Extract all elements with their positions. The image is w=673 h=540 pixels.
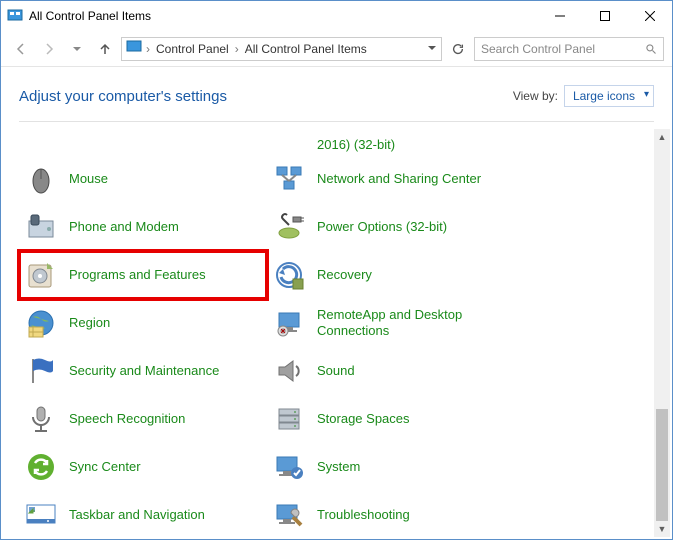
window-titlebar: All Control Panel Items <box>1 1 672 31</box>
breadcrumb-current[interactable]: All Control Panel Items <box>243 42 369 56</box>
search-icon <box>645 43 657 55</box>
cp-item-label: Taskbar and Navigation <box>59 507 205 523</box>
page-title: Adjust your computer's settings <box>19 88 513 105</box>
cp-item-mouse[interactable]: Mouse <box>19 155 267 203</box>
region-icon <box>23 305 59 341</box>
chevron-right-icon[interactable]: › <box>235 42 239 56</box>
cp-item-programs[interactable]: Programs and Features <box>19 251 267 299</box>
cp-item-label: Phone and Modem <box>59 219 179 235</box>
search-placeholder: Search Control Panel <box>481 42 645 56</box>
cp-item-label: Troubleshooting <box>307 507 410 523</box>
refresh-button[interactable] <box>446 37 470 61</box>
cp-item-phone-modem[interactable]: Phone and Modem <box>19 203 267 251</box>
storage-icon <box>271 401 307 437</box>
phone-modem-icon <box>23 209 59 245</box>
cp-item-label: Sync Center <box>59 459 141 475</box>
cp-item-remoteapp[interactable]: RemoteApp and Desktop Connections <box>267 299 515 347</box>
remoteapp-icon <box>271 305 307 341</box>
cp-item-label: Programs and Features <box>59 267 206 283</box>
sync-icon <box>23 449 59 485</box>
scroll-thumb[interactable] <box>656 409 668 521</box>
cp-item-label: Power Options (32-bit) <box>307 219 447 235</box>
cp-item-power[interactable]: Power Options (32-bit) <box>267 203 515 251</box>
cp-item-sound[interactable]: Sound <box>267 347 515 395</box>
flag-icon <box>23 353 59 389</box>
cp-item-label: Network and Sharing Center <box>307 171 481 187</box>
system-icon <box>271 449 307 485</box>
cp-item-troubleshoot[interactable]: Troubleshooting <box>267 491 515 539</box>
cp-item-unknown[interactable]: 2016) (32-bit) <box>267 133 515 155</box>
programs-icon <box>23 257 59 293</box>
content-header: Adjust your computer's settings View by:… <box>1 67 672 121</box>
minimize-button[interactable] <box>537 1 582 31</box>
viewby-select[interactable]: Large icons <box>564 85 654 107</box>
cp-item-label: Storage Spaces <box>307 411 410 427</box>
sound-icon <box>271 353 307 389</box>
breadcrumb-root[interactable]: Control Panel <box>154 42 231 56</box>
scroll-down-button[interactable]: ▼ <box>654 521 670 537</box>
generic-icon <box>23 135 59 153</box>
navigation-bar: › Control Panel › All Control Panel Item… <box>1 31 672 67</box>
cp-item-system[interactable]: System <box>267 443 515 491</box>
scroll-up-button[interactable]: ▲ <box>654 129 670 145</box>
mic-icon <box>23 401 59 437</box>
cp-item-label: Mouse <box>59 171 108 187</box>
up-button[interactable] <box>93 37 117 61</box>
cp-item-recovery[interactable]: Recovery <box>267 251 515 299</box>
viewby-label: View by: <box>513 89 558 103</box>
control-panel-grid: 2016) (32-bit) Mouse Network and Sharing C… <box>1 133 515 539</box>
search-input[interactable]: Search Control Panel <box>474 37 664 61</box>
control-panel-icon <box>7 8 23 24</box>
cp-item-network[interactable]: Network and Sharing Center <box>267 155 515 203</box>
network-icon <box>271 161 307 197</box>
cp-item-label: Security and Maintenance <box>59 363 219 379</box>
cp-item-region[interactable]: Region <box>19 299 267 347</box>
cp-item-sync[interactable]: Sync Center <box>19 443 267 491</box>
divider <box>19 121 654 122</box>
cp-item-label: Region <box>59 315 110 331</box>
control-panel-icon-small <box>126 39 142 58</box>
forward-button[interactable] <box>37 37 61 61</box>
close-button[interactable] <box>627 1 672 31</box>
cp-item-label: Speech Recognition <box>59 411 185 427</box>
vertical-scrollbar[interactable]: ▲ ▼ <box>654 129 670 537</box>
cp-item-taskbar[interactable]: Taskbar and Navigation <box>19 491 267 539</box>
taskbar-icon <box>23 497 59 533</box>
chevron-right-icon[interactable]: › <box>146 42 150 56</box>
power-icon <box>271 209 307 245</box>
recent-locations-button[interactable] <box>65 37 89 61</box>
mouse-icon <box>23 161 59 197</box>
cp-item-unknown[interactable] <box>19 133 267 155</box>
cp-item-label: Sound <box>307 363 355 379</box>
cp-item-flag[interactable]: Security and Maintenance <box>19 347 267 395</box>
maximize-button[interactable] <box>582 1 627 31</box>
cp-item-label: RemoteApp and Desktop Connections <box>307 307 511 338</box>
cp-item-mic[interactable]: Speech Recognition <box>19 395 267 443</box>
cp-item-label: System <box>307 459 360 475</box>
address-bar[interactable]: › Control Panel › All Control Panel Item… <box>121 37 442 61</box>
address-dropdown-icon[interactable] <box>427 42 437 56</box>
generic-icon <box>271 135 307 153</box>
window-title: All Control Panel Items <box>29 9 537 23</box>
troubleshoot-icon <box>271 497 307 533</box>
cp-item-label: Recovery <box>307 267 372 283</box>
cp-item-storage[interactable]: Storage Spaces <box>267 395 515 443</box>
recovery-icon <box>271 257 307 293</box>
cp-item-label: 2016) (32-bit) <box>307 137 395 153</box>
back-button[interactable] <box>9 37 33 61</box>
